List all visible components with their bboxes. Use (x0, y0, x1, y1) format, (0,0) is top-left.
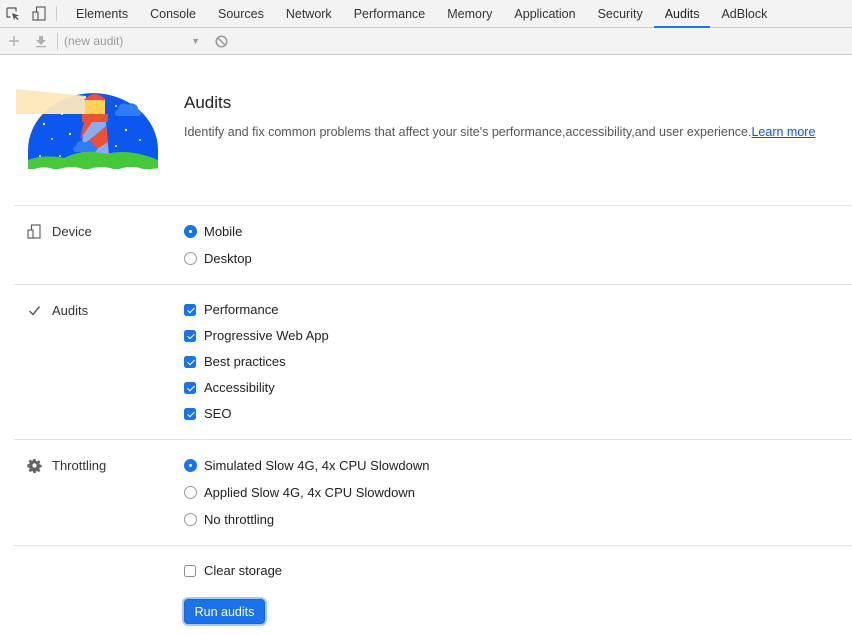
audit-option-seo[interactable]: SEO (184, 406, 231, 421)
audits-section-label: Audits (26, 302, 88, 318)
section-divider (14, 205, 852, 206)
clear-storage-option[interactable]: Clear storage (184, 563, 282, 578)
audit-option-best-practices[interactable]: Best practices (184, 354, 286, 369)
option-label: Applied Slow 4G, 4x CPU Slowdown (204, 485, 415, 500)
tab-sources[interactable]: Sources (207, 0, 275, 27)
tab-memory[interactable]: Memory (436, 0, 503, 27)
audits-label: Audits (52, 302, 89, 318)
audit-option-pwa[interactable]: Progressive Web App (184, 328, 329, 343)
audits-toolbar: (new audit) ▼ (0, 28, 852, 55)
option-label: Desktop (204, 251, 252, 266)
page-description: Identify and fix common problems that af… (184, 125, 815, 139)
option-label: No throttling (204, 512, 275, 527)
section-divider (14, 284, 852, 285)
clear-icon[interactable] (208, 34, 234, 48)
option-label: Clear storage (204, 563, 283, 578)
device-toolbar-icon[interactable] (26, 0, 52, 27)
radio-applied[interactable] (184, 486, 197, 499)
tab-application[interactable]: Application (503, 0, 586, 27)
checkmark-icon (26, 302, 42, 318)
tab-security[interactable]: Security (587, 0, 654, 27)
option-label: Mobile (204, 224, 243, 239)
option-label: Best practices (204, 354, 286, 369)
option-label: Simulated Slow 4G, 4x CPU Slowdown (204, 458, 430, 473)
tab-performance[interactable]: Performance (343, 0, 437, 27)
tab-console[interactable]: Console (139, 0, 207, 27)
tab-adblock[interactable]: AdBlock (710, 0, 778, 27)
tab-audits[interactable]: Audits (653, 0, 711, 28)
throttling-label: Throttling (52, 457, 107, 473)
checkbox-performance[interactable] (184, 303, 196, 316)
section-divider (14, 545, 852, 546)
audit-select-value: (new audit) (64, 34, 124, 48)
throttling-option-none[interactable]: No throttling (184, 512, 274, 527)
gear-icon (26, 457, 42, 473)
section-divider (14, 439, 852, 440)
learn-more-link[interactable]: Learn more (751, 125, 815, 139)
radio-desktop[interactable] (184, 252, 197, 265)
toolbar-divider (57, 32, 58, 50)
audit-select[interactable]: (new audit) ▼ (64, 34, 206, 48)
toolbar-divider (56, 6, 57, 21)
download-icon[interactable] (27, 28, 54, 55)
lighthouse-logo (14, 84, 160, 172)
devtools-tab-bar: Elements Console Sources Network Perform… (0, 0, 852, 28)
audit-option-performance[interactable]: Performance (184, 302, 278, 317)
device-icon (26, 223, 42, 239)
run-audits-button[interactable]: Run audits (184, 599, 265, 624)
checkbox-seo[interactable] (184, 407, 196, 420)
device-option-mobile[interactable]: Mobile (184, 224, 242, 239)
radio-no-throttling[interactable] (184, 513, 197, 526)
checkbox-accessibility[interactable] (184, 381, 196, 394)
description-text: Identify and fix common problems that af… (184, 125, 752, 139)
option-label: Progressive Web App (204, 328, 329, 343)
tab-network[interactable]: Network (275, 0, 343, 27)
throttling-option-applied[interactable]: Applied Slow 4G, 4x CPU Slowdown (184, 485, 415, 500)
option-label: Performance (204, 302, 279, 317)
add-icon[interactable] (0, 28, 27, 55)
throttling-section-label: Throttling (26, 457, 106, 473)
option-label: SEO (204, 406, 232, 421)
audit-option-accessibility[interactable]: Accessibility (184, 380, 275, 395)
device-label: Device (52, 223, 92, 239)
throttling-option-simulated[interactable]: Simulated Slow 4G, 4x CPU Slowdown (184, 458, 429, 473)
tab-elements[interactable]: Elements (65, 0, 139, 27)
option-label: Accessibility (204, 380, 275, 395)
checkbox-pwa[interactable] (184, 329, 196, 342)
radio-mobile[interactable] (184, 225, 197, 238)
device-section-label: Device (26, 223, 92, 239)
checkbox-best-practices[interactable] (184, 355, 196, 368)
page-title: Audits (184, 93, 232, 112)
checkbox-clear-storage[interactable] (184, 564, 196, 577)
inspect-element-icon[interactable] (0, 0, 26, 27)
dropdown-caret-icon: ▼ (191, 36, 200, 46)
device-option-desktop[interactable]: Desktop (184, 251, 252, 266)
radio-simulated[interactable] (184, 459, 197, 472)
